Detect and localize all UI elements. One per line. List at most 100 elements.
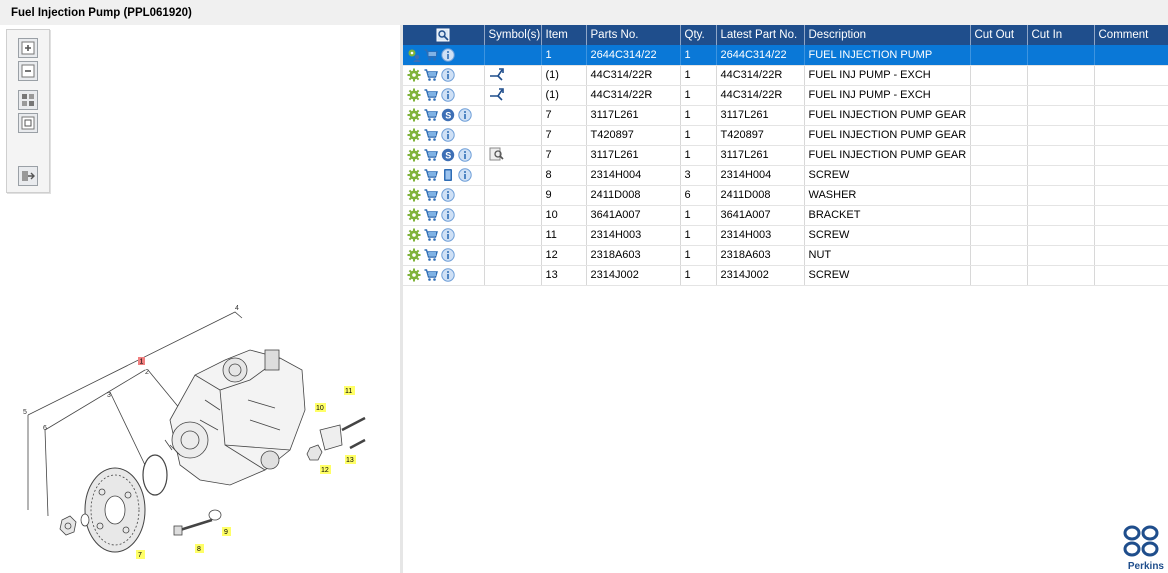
row-symbol[interactable] [484, 65, 542, 86]
gear-icon[interactable] [407, 168, 421, 182]
info-icon[interactable] [441, 68, 455, 82]
row-qty: 6 [680, 185, 717, 206]
row-description: FUEL INJECTION PUMP GEAR [804, 145, 971, 166]
view-symbol-icon[interactable] [489, 147, 505, 161]
table-row[interactable]: 12 2318A603 1 2318A603 NUT [403, 245, 1168, 266]
row-actions [403, 265, 485, 286]
row-symbol[interactable] [484, 145, 542, 166]
table-row[interactable]: 7 T420897 1 T420897 FUEL INJECTION PUMP GEAR [403, 125, 1168, 146]
gear-person-icon[interactable] [407, 48, 421, 62]
cart-icon[interactable] [424, 268, 438, 282]
exchange-symbol-icon[interactable] [489, 87, 505, 101]
row-latest-part-no: 2318A603 [716, 245, 805, 266]
exchange-symbol-icon[interactable] [489, 67, 505, 81]
cart-icon[interactable] [424, 148, 438, 162]
col-qty[interactable]: Qty. [680, 25, 717, 45]
gear-icon[interactable] [407, 268, 421, 282]
row-latest-part-no: T420897 [716, 125, 805, 146]
info-icon[interactable] [458, 108, 472, 122]
parts-list-pane: Symbol(s) Item Parts No. Qty. Latest Par… [403, 25, 1168, 573]
table-row[interactable]: S 7 3117L261 1 3117L261 FUEL INJECTION PUMP G… [403, 145, 1168, 166]
gear-icon[interactable] [407, 68, 421, 82]
callout-13-text: 13 [346, 457, 354, 464]
col-parts-no[interactable]: Parts No. [586, 25, 681, 45]
gear-icon[interactable] [407, 148, 421, 162]
gear-icon[interactable] [407, 88, 421, 102]
info-icon[interactable] [441, 48, 455, 62]
row-symbol [484, 165, 542, 186]
table-row[interactable]: 11 2314H003 1 2314H003 SCREW [403, 225, 1168, 246]
info-icon[interactable] [458, 168, 472, 182]
row-item: (1) [541, 65, 587, 86]
supersession-icon[interactable]: S [441, 148, 455, 162]
col-description[interactable]: Description [804, 25, 971, 45]
gear-icon[interactable] [407, 108, 421, 122]
cart-icon[interactable] [424, 248, 438, 262]
fit-all-button[interactable] [18, 90, 38, 110]
info-icon[interactable] [441, 268, 455, 282]
export-button[interactable] [18, 166, 38, 186]
zoom-in-button[interactable] [18, 38, 38, 58]
cart-icon[interactable] [424, 128, 438, 142]
table-row[interactable]: (1) 44C314/22R 1 44C314/22R FUEL INJ PUMP - … [403, 85, 1168, 106]
fit-page-button[interactable] [18, 113, 38, 133]
col-cut-out[interactable]: Cut Out [970, 25, 1028, 45]
table-row[interactable]: 9 2411D008 6 2411D008 WASHER [403, 185, 1168, 206]
info-icon[interactable] [441, 188, 455, 202]
row-cut-in [1027, 265, 1095, 286]
row-symbol[interactable] [484, 85, 542, 106]
row-cut-in [1027, 185, 1095, 206]
export-icon [22, 171, 35, 181]
table-row[interactable]: S 7 3117L261 1 3117L261 FUEL INJECTION PUMP G… [403, 105, 1168, 126]
col-item[interactable]: Item [541, 25, 587, 45]
row-comment [1094, 185, 1168, 206]
info-icon[interactable] [441, 228, 455, 242]
info-icon[interactable] [441, 88, 455, 102]
col-symbols[interactable]: Symbol(s) [484, 25, 542, 45]
cart-icon[interactable] [424, 208, 438, 222]
gear-icon[interactable] [407, 228, 421, 242]
leader-label-5: 5 [23, 409, 27, 416]
cart-icon[interactable] [424, 68, 438, 82]
exploded-parts-diagram[interactable]: 5 6 3 2 4 1 7 8 9 10 11 12 13 [20, 280, 380, 570]
cart-icon[interactable] [424, 188, 438, 202]
zoom-out-button[interactable] [18, 61, 38, 81]
cart-icon[interactable] [424, 108, 438, 122]
col-cut-in[interactable]: Cut In [1027, 25, 1095, 45]
row-cut-in [1027, 105, 1095, 126]
col-comment[interactable]: Comment [1094, 25, 1168, 45]
col-actions[interactable] [403, 25, 485, 45]
row-description: FUEL INJ PUMP - EXCH [804, 85, 971, 106]
book-icon[interactable] [441, 168, 455, 182]
row-qty: 1 [680, 265, 717, 286]
row-symbol [484, 45, 542, 66]
row-latest-part-no: 2411D008 [716, 185, 805, 206]
row-part-no: 3117L261 [586, 145, 681, 166]
row-latest-part-no: 44C314/22R [716, 65, 805, 86]
gear-icon[interactable] [407, 208, 421, 222]
info-icon[interactable] [441, 248, 455, 262]
gear-icon[interactable] [407, 128, 421, 142]
col-latest-part-no[interactable]: Latest Part No. [716, 25, 805, 45]
info-icon[interactable] [458, 148, 472, 162]
gear-icon[interactable] [407, 248, 421, 262]
fit-all-icon [22, 94, 34, 106]
table-row[interactable]: 1 2644C314/22 1 2644C314/22 FUEL INJECTION P… [403, 45, 1168, 66]
table-row[interactable]: 8 2314H004 3 2314H004 SCREW [403, 165, 1168, 186]
callout-8-text: 8 [197, 546, 201, 553]
row-cut-in [1027, 125, 1095, 146]
table-row[interactable]: 10 3641A007 1 3641A007 BRACKET [403, 205, 1168, 226]
info-icon[interactable] [441, 208, 455, 222]
cart-icon[interactable] [424, 168, 438, 182]
row-part-no: 2411D008 [586, 185, 681, 206]
illustration-pane[interactable]: 5 6 3 2 4 1 7 8 9 10 11 12 13 [0, 25, 400, 573]
cart-icon[interactable] [424, 228, 438, 242]
info-icon[interactable] [441, 128, 455, 142]
cart-icon[interactable] [424, 48, 438, 62]
gear-icon[interactable] [407, 188, 421, 202]
supersession-icon[interactable]: S [441, 108, 455, 122]
cart-icon[interactable] [424, 88, 438, 102]
row-item: 7 [541, 105, 587, 126]
table-row[interactable]: 13 2314J002 1 2314J002 SCREW [403, 265, 1168, 286]
table-row[interactable]: (1) 44C314/22R 1 44C314/22R FUEL INJ PUMP - … [403, 65, 1168, 86]
